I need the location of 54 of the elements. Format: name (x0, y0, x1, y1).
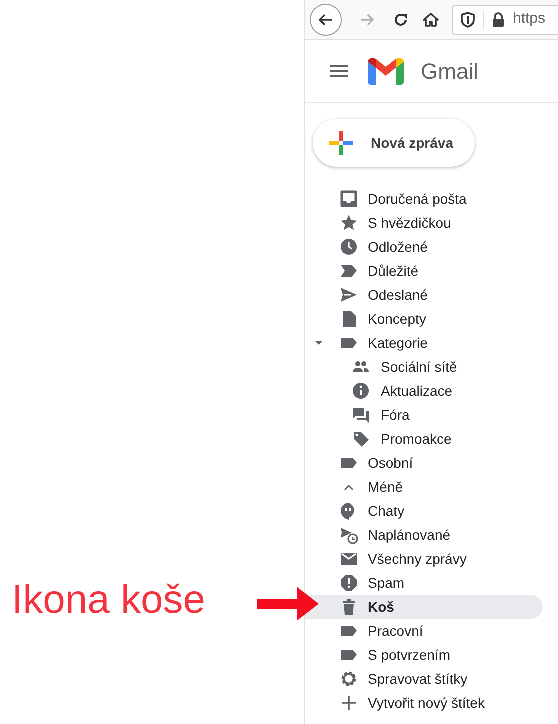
nav-item[interactable]: Spravovat štítky (305, 667, 543, 691)
expand-arrow-icon[interactable] (315, 341, 323, 345)
nav-item[interactable]: Pracovní (305, 619, 543, 643)
address-bar[interactable]: https (452, 4, 558, 34)
chat-bubbles-icon (352, 406, 370, 424)
trash-icon (340, 598, 358, 616)
clock-icon (340, 238, 358, 256)
home-icon[interactable] (422, 12, 440, 28)
nav-item[interactable]: Chaty (305, 499, 543, 523)
nav-item[interactable]: Doručená pošta (305, 187, 543, 211)
document-icon (340, 310, 358, 328)
nav-item[interactable]: Koš (305, 595, 543, 619)
nav-item[interactable]: Spam (305, 571, 543, 595)
annotation-arrow (257, 587, 319, 621)
nav-item[interactable]: Kategorie (305, 331, 543, 355)
nav-item[interactable]: Naplánované (305, 523, 543, 547)
chevron-label-icon (340, 262, 358, 280)
menu-icon[interactable] (330, 65, 348, 77)
shield-icon (461, 12, 475, 28)
info-icon (352, 382, 370, 400)
plus-icon (329, 131, 353, 155)
gear-icon (340, 670, 358, 688)
nav-item[interactable]: Fóra (305, 403, 543, 427)
nav-item[interactable]: Osobní (305, 451, 543, 475)
app-name: Gmail (421, 58, 478, 86)
annotation-text: Ikona koše (12, 577, 206, 624)
nav-item[interactable]: Promoakce (305, 427, 543, 451)
nav-item[interactable]: S potvrzením (305, 643, 543, 667)
back-button[interactable] (310, 4, 342, 36)
gmail-logo-icon (368, 58, 404, 84)
nav-item[interactable]: Odeslané (305, 283, 543, 307)
lock-icon (492, 12, 505, 27)
url-text: https (513, 9, 546, 30)
nav-item[interactable]: S hvězdičkou (305, 211, 543, 235)
scheduled-send-icon (340, 526, 358, 544)
tag-icon (352, 430, 370, 448)
plus-icon (340, 694, 358, 712)
inbox-icon (340, 190, 358, 208)
nav-item[interactable]: Méně (305, 475, 543, 499)
back-arrow-icon (318, 12, 334, 28)
reload-icon[interactable] (392, 12, 410, 28)
caret-up-icon (344, 484, 354, 490)
nav-item[interactable]: Odložené (305, 235, 543, 259)
nav-item[interactable]: Všechny zprávy (305, 547, 543, 571)
envelope-icon (340, 550, 358, 568)
nav-item[interactable]: Sociální sítě (305, 355, 543, 379)
exclamation-icon (340, 574, 358, 592)
nav-item[interactable]: Důležité (305, 259, 543, 283)
send-icon (340, 286, 358, 304)
nav-item[interactable]: Vytvořit nový štítek (305, 691, 543, 715)
nav-item[interactable]: Aktualizace (305, 379, 543, 403)
nav-item[interactable]: Koncepty (305, 307, 543, 331)
compose-button[interactable]: Nová zpráva (313, 119, 475, 167)
star-icon (340, 214, 358, 232)
